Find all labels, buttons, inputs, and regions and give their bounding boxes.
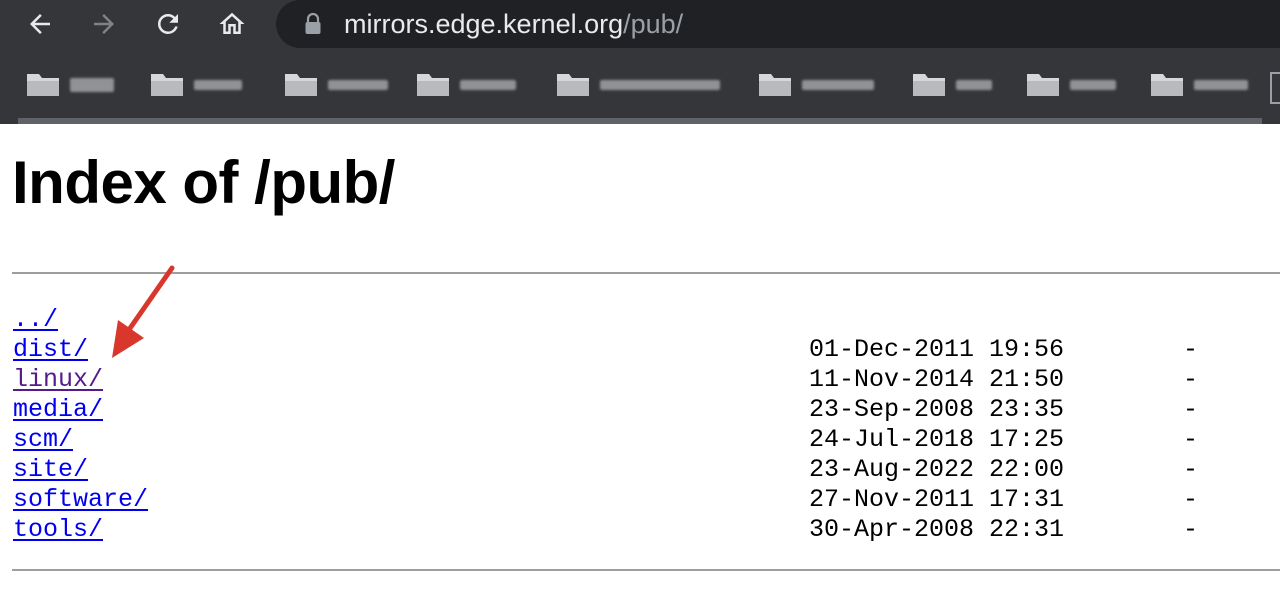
parent-directory-link[interactable]: ../ [13, 305, 58, 334]
bookmark-folder[interactable] [416, 70, 516, 100]
list-item: media/ 23-Sep-2008 23:35 - [13, 395, 1273, 425]
modified-date: 23-Sep-2008 23:35 [809, 395, 1065, 424]
url-path: /pub/ [623, 9, 684, 39]
bookmark-label-redacted [460, 80, 516, 90]
bookmark-folder[interactable] [758, 70, 874, 100]
bookmark-folder[interactable] [26, 70, 114, 100]
arrow-left-icon [30, 14, 50, 34]
bookmark-label-redacted [1194, 80, 1248, 90]
modified-date: 27-Nov-2011 17:31 [809, 485, 1065, 514]
toolbar-divider [18, 118, 1262, 124]
arrow-right-icon [94, 14, 114, 34]
list-item: software/ 27-Nov-2011 17:31 - [13, 485, 1273, 515]
home-icon [219, 12, 245, 34]
bookmark-folder[interactable] [150, 70, 242, 100]
bookmark-folder[interactable] [912, 70, 992, 100]
bookmarks-overflow-icon[interactable] [1270, 72, 1280, 104]
bookmark-folder[interactable] [556, 70, 720, 100]
modified-date: 24-Jul-2018 17:25 [809, 425, 1065, 454]
directory-listing: ../ dist/ 01-Dec-2011 19:56 - linux/ 11-… [13, 305, 1273, 545]
list-item: linux/ 11-Nov-2014 21:50 - [13, 365, 1273, 395]
folder-icon [913, 74, 945, 96]
file-size: - [1183, 425, 1199, 454]
bookmark-label-redacted [802, 80, 874, 90]
bookmark-label-redacted [956, 80, 992, 90]
folder-icon [1151, 74, 1183, 96]
address-bar[interactable]: mirrors.edge.kernel.org/pub/ [276, 0, 1280, 48]
directory-link-software[interactable]: software/ [13, 485, 148, 514]
list-item: site/ 23-Aug-2022 22:00 - [13, 455, 1273, 485]
file-size: - [1183, 515, 1199, 544]
folder-icon [1027, 74, 1059, 96]
bookmark-label-redacted [600, 80, 720, 90]
list-item: tools/ 30-Apr-2008 22:31 - [13, 515, 1273, 545]
bookmark-label-redacted [70, 78, 114, 92]
reload-button[interactable] [148, 4, 188, 44]
modified-date: 30-Apr-2008 22:31 [809, 515, 1065, 544]
reload-icon [158, 14, 178, 34]
list-item: scm/ 24-Jul-2018 17:25 - [13, 425, 1273, 455]
bookmark-folder[interactable] [1150, 70, 1248, 100]
bookmark-label-redacted [1070, 80, 1116, 90]
directory-link-scm[interactable]: scm/ [13, 425, 73, 454]
folder-icon [417, 74, 449, 96]
modified-date: 23-Aug-2022 22:00 [809, 455, 1065, 484]
home-button[interactable] [212, 4, 252, 44]
annotation-arrow-icon [112, 265, 175, 358]
folder-icon [759, 74, 791, 96]
url-host: mirrors.edge.kernel.org [344, 9, 624, 39]
folder-icon [27, 74, 59, 96]
forward-button[interactable] [84, 4, 124, 44]
folder-icon [151, 74, 183, 96]
list-item-parent: ../ [13, 305, 1273, 335]
page-title: Index of /pub/ [12, 149, 395, 216]
browser-toolbar: mirrors.edge.kernel.org/pub/ [0, 0, 1280, 124]
bookmark-label-redacted [194, 80, 242, 90]
lock-icon [305, 12, 321, 34]
bookmark-folder[interactable] [284, 70, 388, 100]
horizontal-rule-top [12, 272, 1280, 274]
back-button[interactable] [20, 4, 60, 44]
file-size: - [1183, 485, 1199, 514]
folder-icon [285, 74, 317, 96]
file-size: - [1183, 395, 1199, 424]
folder-icon [557, 74, 589, 96]
bookmarks-bar [0, 54, 1280, 118]
file-size: - [1183, 455, 1199, 484]
directory-link-linux[interactable]: linux/ [13, 365, 103, 394]
file-size: - [1183, 335, 1199, 364]
modified-date: 11-Nov-2014 21:50 [809, 365, 1065, 394]
modified-date: 01-Dec-2011 19:56 [809, 335, 1065, 364]
bookmark-label-redacted [328, 80, 388, 90]
url-text: mirrors.edge.kernel.org/pub/ [344, 5, 683, 43]
bookmark-folder[interactable] [1026, 70, 1116, 100]
file-size: - [1183, 365, 1199, 394]
list-item: dist/ 01-Dec-2011 19:56 - [13, 335, 1273, 365]
horizontal-rule-bottom [12, 569, 1280, 571]
directory-link-media[interactable]: media/ [13, 395, 103, 424]
directory-link-site[interactable]: site/ [13, 455, 88, 484]
directory-link-dist[interactable]: dist/ [13, 335, 88, 364]
directory-link-tools[interactable]: tools/ [13, 515, 103, 544]
